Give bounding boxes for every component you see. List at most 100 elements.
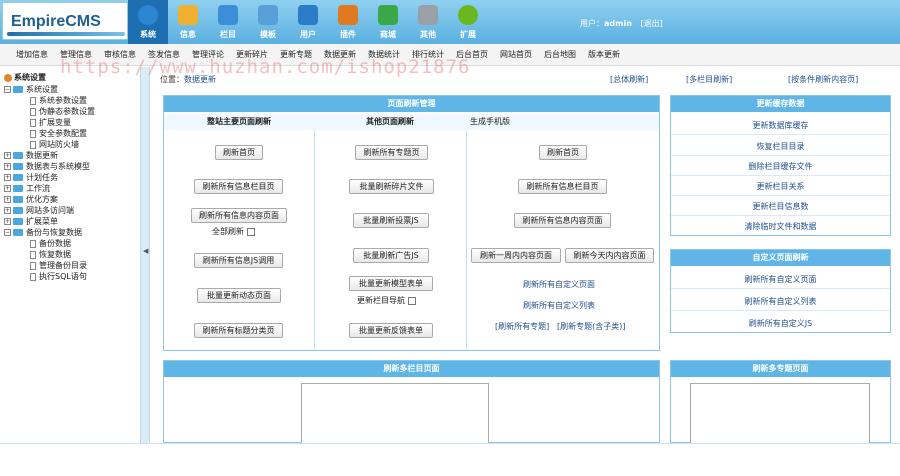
tree-item[interactable]: − 备份与恢复数据	[4, 227, 82, 238]
nav-folder[interactable]: 栏目	[208, 0, 248, 44]
refresh-ad-js-button[interactable]: 批量刷新广告JS	[353, 248, 429, 263]
nav-gear[interactable]: 其他	[408, 0, 448, 44]
folder-icon	[13, 86, 23, 93]
logout-link[interactable]: [退出]	[640, 19, 662, 28]
nav-user[interactable]: 用户	[288, 0, 328, 44]
refresh-custom-pages-link[interactable]: 刷新所有自定义页面	[523, 279, 595, 290]
folder-icon	[13, 163, 23, 170]
tree-item[interactable]: + 计划任务	[4, 172, 58, 183]
subnav-item[interactable]: 管理评论	[192, 49, 224, 60]
nav-label: 其他	[420, 30, 436, 39]
refresh-all-checkbox[interactable]	[247, 227, 255, 236]
subnav-item[interactable]: 数据更新	[324, 49, 356, 60]
tree-item[interactable]: + 数据表与系统模型	[4, 161, 90, 172]
subnav-item[interactable]: 后台首页	[456, 49, 488, 60]
subnav-item[interactable]: 管理信息	[60, 49, 92, 60]
refresh-all-label: 全部刷新	[212, 227, 244, 236]
mobile-refresh-home-button[interactable]: 刷新首页	[539, 145, 587, 160]
custom-refresh-js-link[interactable]: 刷新所有自定义JS	[671, 318, 890, 329]
update-cache-title: 更新缓存数据	[671, 96, 890, 112]
expand-icon[interactable]: +	[4, 207, 11, 214]
refresh-vote-js-button[interactable]: 批量刷新投票JS	[353, 213, 429, 228]
refresh-home-button[interactable]: 刷新首页	[215, 145, 263, 160]
empirecms-logo[interactable]: EmpireCMS	[2, 2, 128, 40]
tree-item[interactable]: 安全参数配置	[30, 128, 87, 139]
conditional-refresh-link[interactable]: [按条件刷新内容页]	[788, 74, 858, 85]
refresh-all-topics-link[interactable]: [刷新所有专题]	[495, 321, 549, 332]
tree-item[interactable]: 系统参数设置	[30, 95, 87, 106]
tree-item[interactable]: 恢复数据	[30, 249, 71, 260]
nav-shop[interactable]: 商城	[368, 0, 408, 44]
refresh-week-content-button[interactable]: 刷新一周内内容页面	[471, 248, 561, 263]
nav-label: 模板	[260, 30, 276, 39]
refresh-title-class-button[interactable]: 刷新所有标题分类页	[194, 323, 283, 338]
subnav-item[interactable]: 排行统计	[412, 49, 444, 60]
subnav-item[interactable]: 数据统计	[368, 49, 400, 60]
tree-item[interactable]: − 系统设置	[4, 84, 58, 95]
breadcrumb-link[interactable]: 数据更新	[184, 75, 216, 84]
subnav-item[interactable]: 签发信息	[148, 49, 180, 60]
refresh-all-topics-button[interactable]: 刷新所有专题页	[355, 145, 428, 160]
tree-item[interactable]: + 工作流	[4, 183, 50, 194]
subnav-item[interactable]: 更新专题	[280, 49, 312, 60]
refresh-today-content-button[interactable]: 刷新今天内内容页面	[565, 248, 654, 263]
expand-icon[interactable]: +	[4, 185, 11, 192]
refresh-js-button[interactable]: 刷新所有信息JS调用	[194, 253, 283, 268]
nav-window[interactable]: 模板	[248, 0, 288, 44]
collapse-icon[interactable]: −	[4, 86, 11, 93]
update-feedback-form-button[interactable]: 批量更新反馈表单	[349, 323, 433, 338]
multi-column-select-box[interactable]	[301, 383, 489, 445]
refresh-all-columns-button[interactable]: 刷新所有信息栏目页	[194, 179, 283, 194]
overall-refresh-link[interactable]: [总体刷新]	[610, 74, 648, 85]
custom-refresh-pages-link[interactable]: 刷新所有自定义页面	[671, 274, 890, 285]
tree-item[interactable]: 备份数据	[30, 238, 71, 249]
subnav-item[interactable]: 网站首页	[500, 49, 532, 60]
refresh-all-content-button[interactable]: 刷新所有信息内容页面	[191, 208, 287, 223]
update-column-count-link[interactable]: 更新栏目信息数	[671, 201, 890, 212]
tree-item[interactable]: + 网站多访问端	[4, 205, 74, 216]
mobile-refresh-content-button[interactable]: 刷新所有信息内容页面	[514, 213, 611, 228]
pane-collapse-bar[interactable]: ◀	[140, 67, 150, 443]
refresh-fragments-button[interactable]: 批量刷新碎片文件	[349, 179, 434, 194]
expand-icon[interactable]: +	[4, 174, 11, 181]
nav-pencil-note[interactable]: 信息	[168, 0, 208, 44]
mobile-refresh-columns-button[interactable]: 刷新所有信息栏目页	[518, 179, 607, 194]
expand-icon[interactable]: +	[4, 163, 11, 170]
refresh-topics-subclass-link[interactable]: [刷新专题(含子类)]	[557, 321, 625, 332]
tree-item[interactable]: 管理备份目录	[30, 260, 87, 271]
nav-tools[interactable]: 插件	[328, 0, 368, 44]
nav-plus-circle[interactable]: 扩展	[448, 0, 488, 44]
tree-item[interactable]: + 数据更新	[4, 150, 58, 161]
tree-item[interactable]: 执行SQL语句	[30, 271, 87, 282]
delete-column-cache-link[interactable]: 删除栏目缓存文件	[671, 161, 890, 172]
update-nav-checkbox[interactable]	[408, 296, 416, 305]
tree-item[interactable]: 伪静态参数设置	[30, 106, 95, 117]
tree-item[interactable]: 网站防火墙	[30, 139, 79, 150]
update-db-cache-link[interactable]: 更新数据库缓存	[671, 120, 890, 131]
nav-globe[interactable]: 系统	[128, 0, 168, 44]
tree-item-label: 执行SQL语句	[39, 272, 87, 281]
multi-column-refresh-link[interactable]: [多栏目刷新]	[686, 74, 732, 85]
clear-temp-files-link[interactable]: 清除临时文件和数据	[671, 221, 890, 232]
custom-refresh-lists-link[interactable]: 刷新所有自定义列表	[671, 296, 890, 307]
refresh-custom-lists-link[interactable]: 刷新所有自定义列表	[523, 300, 595, 311]
tree-item[interactable]: 扩展变量	[30, 117, 71, 128]
update-dynamic-pages-button[interactable]: 批量更新动态页面	[197, 288, 281, 303]
tree-item[interactable]: + 优化方案	[4, 194, 58, 205]
tree-item[interactable]: + 扩展菜单	[4, 216, 58, 227]
update-model-form-button[interactable]: 批量更新模型表单	[349, 276, 433, 291]
restore-column-dir-link[interactable]: 恢复栏目目录	[671, 141, 890, 152]
subnav-item[interactable]: 后台地图	[544, 49, 576, 60]
tree-item-label: 数据更新	[26, 151, 58, 160]
subnav-item[interactable]: 增加信息	[16, 49, 48, 60]
multi-topic-select-box[interactable]	[690, 383, 870, 445]
subnav-item[interactable]: 更新碎片	[236, 49, 268, 60]
expand-icon[interactable]: +	[4, 218, 11, 225]
nav-label: 用户	[300, 30, 316, 39]
update-column-relation-link[interactable]: 更新栏目关系	[671, 181, 890, 192]
subnav-item[interactable]: 审核信息	[104, 49, 136, 60]
expand-icon[interactable]: +	[4, 152, 11, 159]
subnav-item[interactable]: 版本更新	[588, 49, 620, 60]
collapse-icon[interactable]: −	[4, 229, 11, 236]
expand-icon[interactable]: +	[4, 196, 11, 203]
